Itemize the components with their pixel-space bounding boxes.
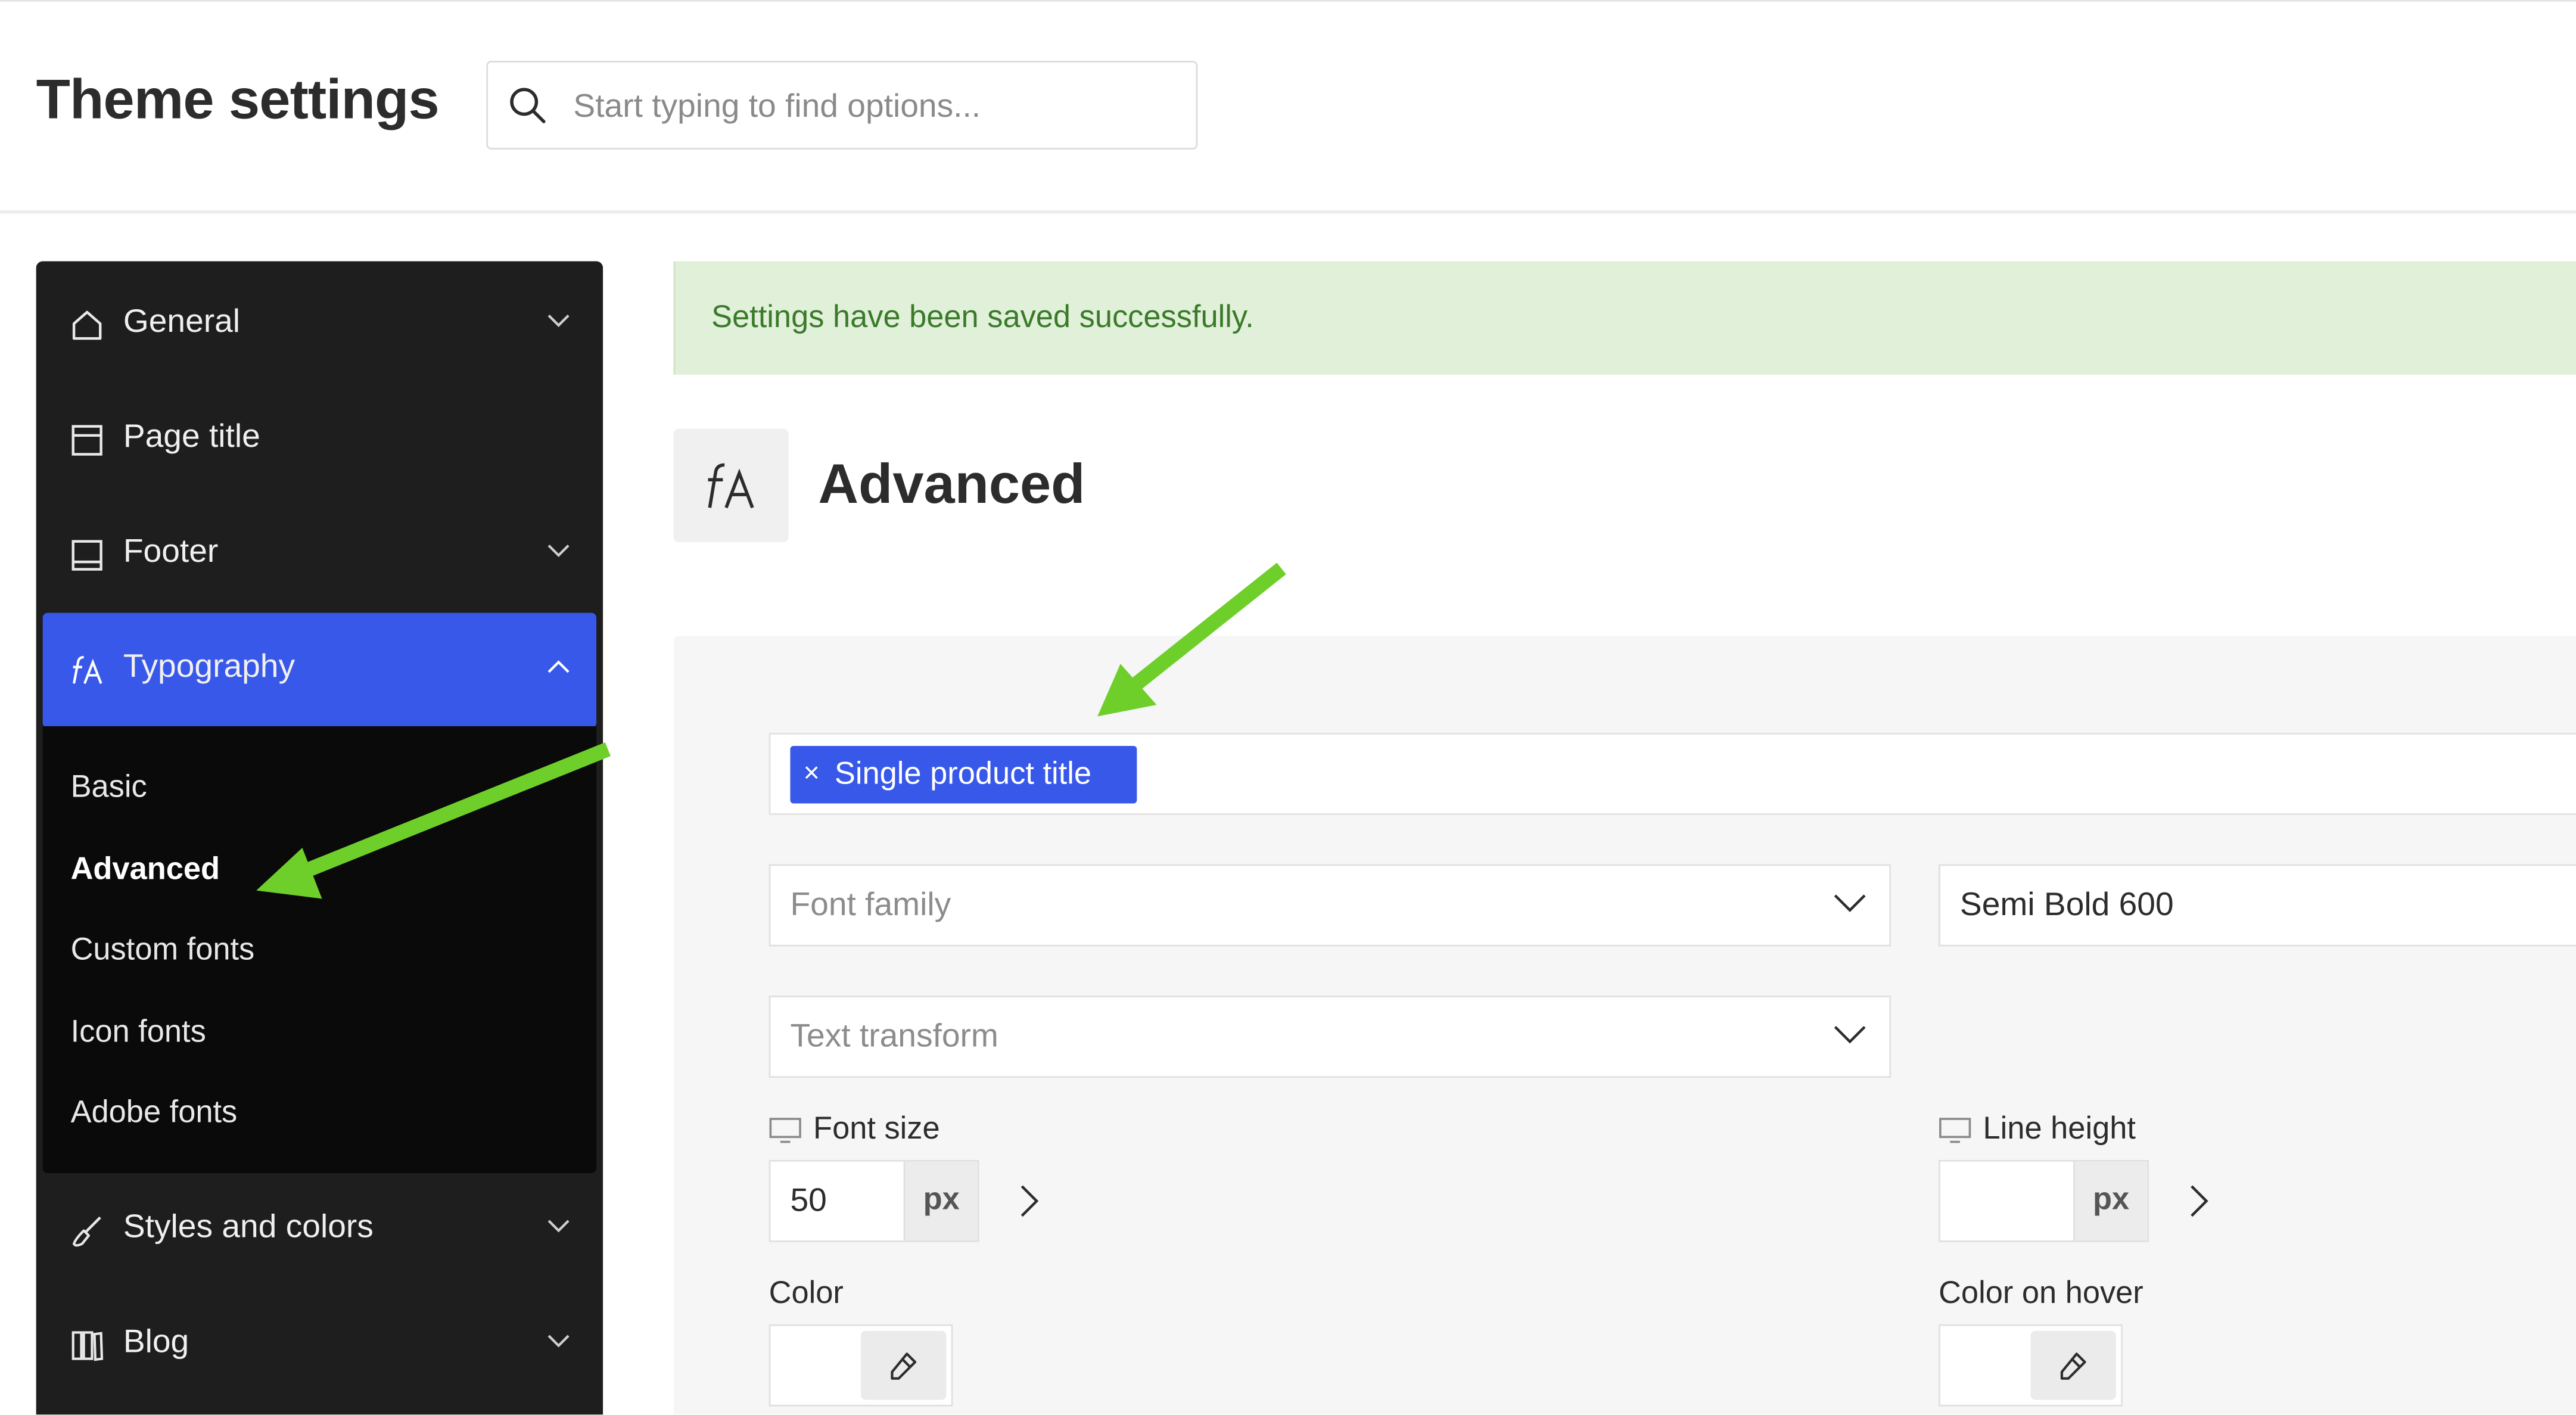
- typography-icon: [73, 656, 102, 684]
- submenu-item-advanced[interactable]: Advanced: [71, 853, 220, 889]
- font-size-control: px: [769, 1159, 979, 1242]
- header-divider: [0, 210, 2576, 214]
- sidebar-item-typography[interactable]: Typography: [42, 612, 597, 728]
- sidebar-item-label: Footer: [123, 534, 219, 570]
- blog-icon: [71, 1331, 104, 1361]
- sidebar-item-styles-and-colors[interactable]: Styles and colors: [36, 1173, 603, 1288]
- chevron-down-icon: [547, 545, 570, 558]
- font-weight-value: Semi Bold 600: [1959, 887, 2174, 923]
- chevron-right-icon[interactable]: [2188, 1183, 2211, 1220]
- brush-icon: [73, 1216, 101, 1247]
- typography-icon: [708, 463, 754, 509]
- text-transform-select[interactable]: Text transform: [769, 996, 1891, 1078]
- submenu-item-icon-fonts[interactable]: Icon fonts: [71, 1015, 206, 1052]
- sidebar-item-label: General: [123, 304, 241, 340]
- sidebar-item-blog[interactable]: Blog: [36, 1288, 603, 1403]
- remove-tag-icon[interactable]: ×: [804, 757, 820, 790]
- search-icon: [510, 88, 546, 123]
- font-size-input[interactable]: [770, 1161, 904, 1241]
- sidebar-item-label: Page title: [123, 419, 260, 455]
- page-title: Theme settings: [36, 69, 440, 132]
- desktop-icon[interactable]: [1939, 1117, 1971, 1143]
- sidebar-item-label: Styles and colors: [123, 1209, 374, 1246]
- chevron-down-icon: [1834, 894, 1866, 912]
- sidebar-item-label: Typography: [123, 649, 295, 685]
- sidebar-item-general[interactable]: General: [36, 268, 603, 383]
- color-on-hover-field[interactable]: [1939, 1324, 2123, 1407]
- desktop-icon[interactable]: [769, 1117, 802, 1143]
- search-input[interactable]: [570, 82, 1185, 132]
- footer-icon: [71, 540, 102, 571]
- eyedropper-icon: [891, 1352, 917, 1380]
- page-title-icon: [71, 425, 102, 456]
- typography-submenu: Basic Advanced Custom fonts Icon fonts A…: [42, 726, 597, 1173]
- selected-element-tag-label: Single product title: [834, 757, 1092, 792]
- font-family-select[interactable]: Font family: [769, 864, 1891, 947]
- submenu-item-adobe-fonts[interactable]: Adobe fonts: [71, 1096, 238, 1132]
- submenu-item-basic[interactable]: Basic: [71, 770, 147, 807]
- chevron-down-icon: [547, 315, 570, 327]
- font-size-unit-button[interactable]: px: [903, 1161, 978, 1241]
- theme-settings-page: Theme settings General Page title: [0, 0, 2576, 1415]
- font-size-label: Font size: [813, 1112, 940, 1147]
- chevron-down-icon: [547, 1220, 570, 1233]
- search-box[interactable]: [486, 61, 1198, 150]
- color-field[interactable]: [769, 1324, 953, 1407]
- eyedropper-icon: [2060, 1352, 2086, 1380]
- chevron-down-icon: [1834, 1026, 1866, 1044]
- color-picker-button[interactable]: [2030, 1330, 2116, 1400]
- chevron-down-icon: [547, 1335, 570, 1348]
- text-transform-placeholder: Text transform: [790, 1018, 998, 1055]
- top-border: [0, 0, 2576, 2]
- font-family-placeholder: Font family: [790, 887, 951, 923]
- sidebar-item-label: Blog: [123, 1324, 189, 1361]
- font-weight-select[interactable]: Semi Bold 600: [1939, 864, 2576, 947]
- line-height-label: Line height: [1983, 1112, 2136, 1147]
- section-title: Advanced: [818, 453, 1085, 516]
- line-height-unit-button[interactable]: px: [2073, 1161, 2148, 1241]
- sidebar-item-footer[interactable]: Footer: [36, 498, 603, 613]
- home-icon: [72, 310, 102, 340]
- chevron-up-icon: [547, 660, 570, 673]
- success-notice: Settings have been saved successfully.: [673, 261, 2576, 375]
- sidebar: General Page title Footer Typography Bas…: [36, 261, 603, 1415]
- sidebar-item-page-title[interactable]: Page title: [36, 383, 603, 498]
- line-height-control: px: [1939, 1159, 2149, 1242]
- success-notice-text: Settings have been saved successfully.: [711, 300, 1254, 335]
- color-label: Color: [769, 1276, 844, 1311]
- section-icon-box: [673, 428, 789, 543]
- color-picker-button[interactable]: [861, 1330, 947, 1400]
- line-height-input[interactable]: [1940, 1161, 2074, 1241]
- selected-element-tag[interactable]: × Single product title: [790, 745, 1137, 804]
- chevron-right-icon[interactable]: [1019, 1183, 1042, 1220]
- color-on-hover-label: Color on hover: [1939, 1276, 2143, 1311]
- submenu-item-custom-fonts[interactable]: Custom fonts: [71, 933, 255, 969]
